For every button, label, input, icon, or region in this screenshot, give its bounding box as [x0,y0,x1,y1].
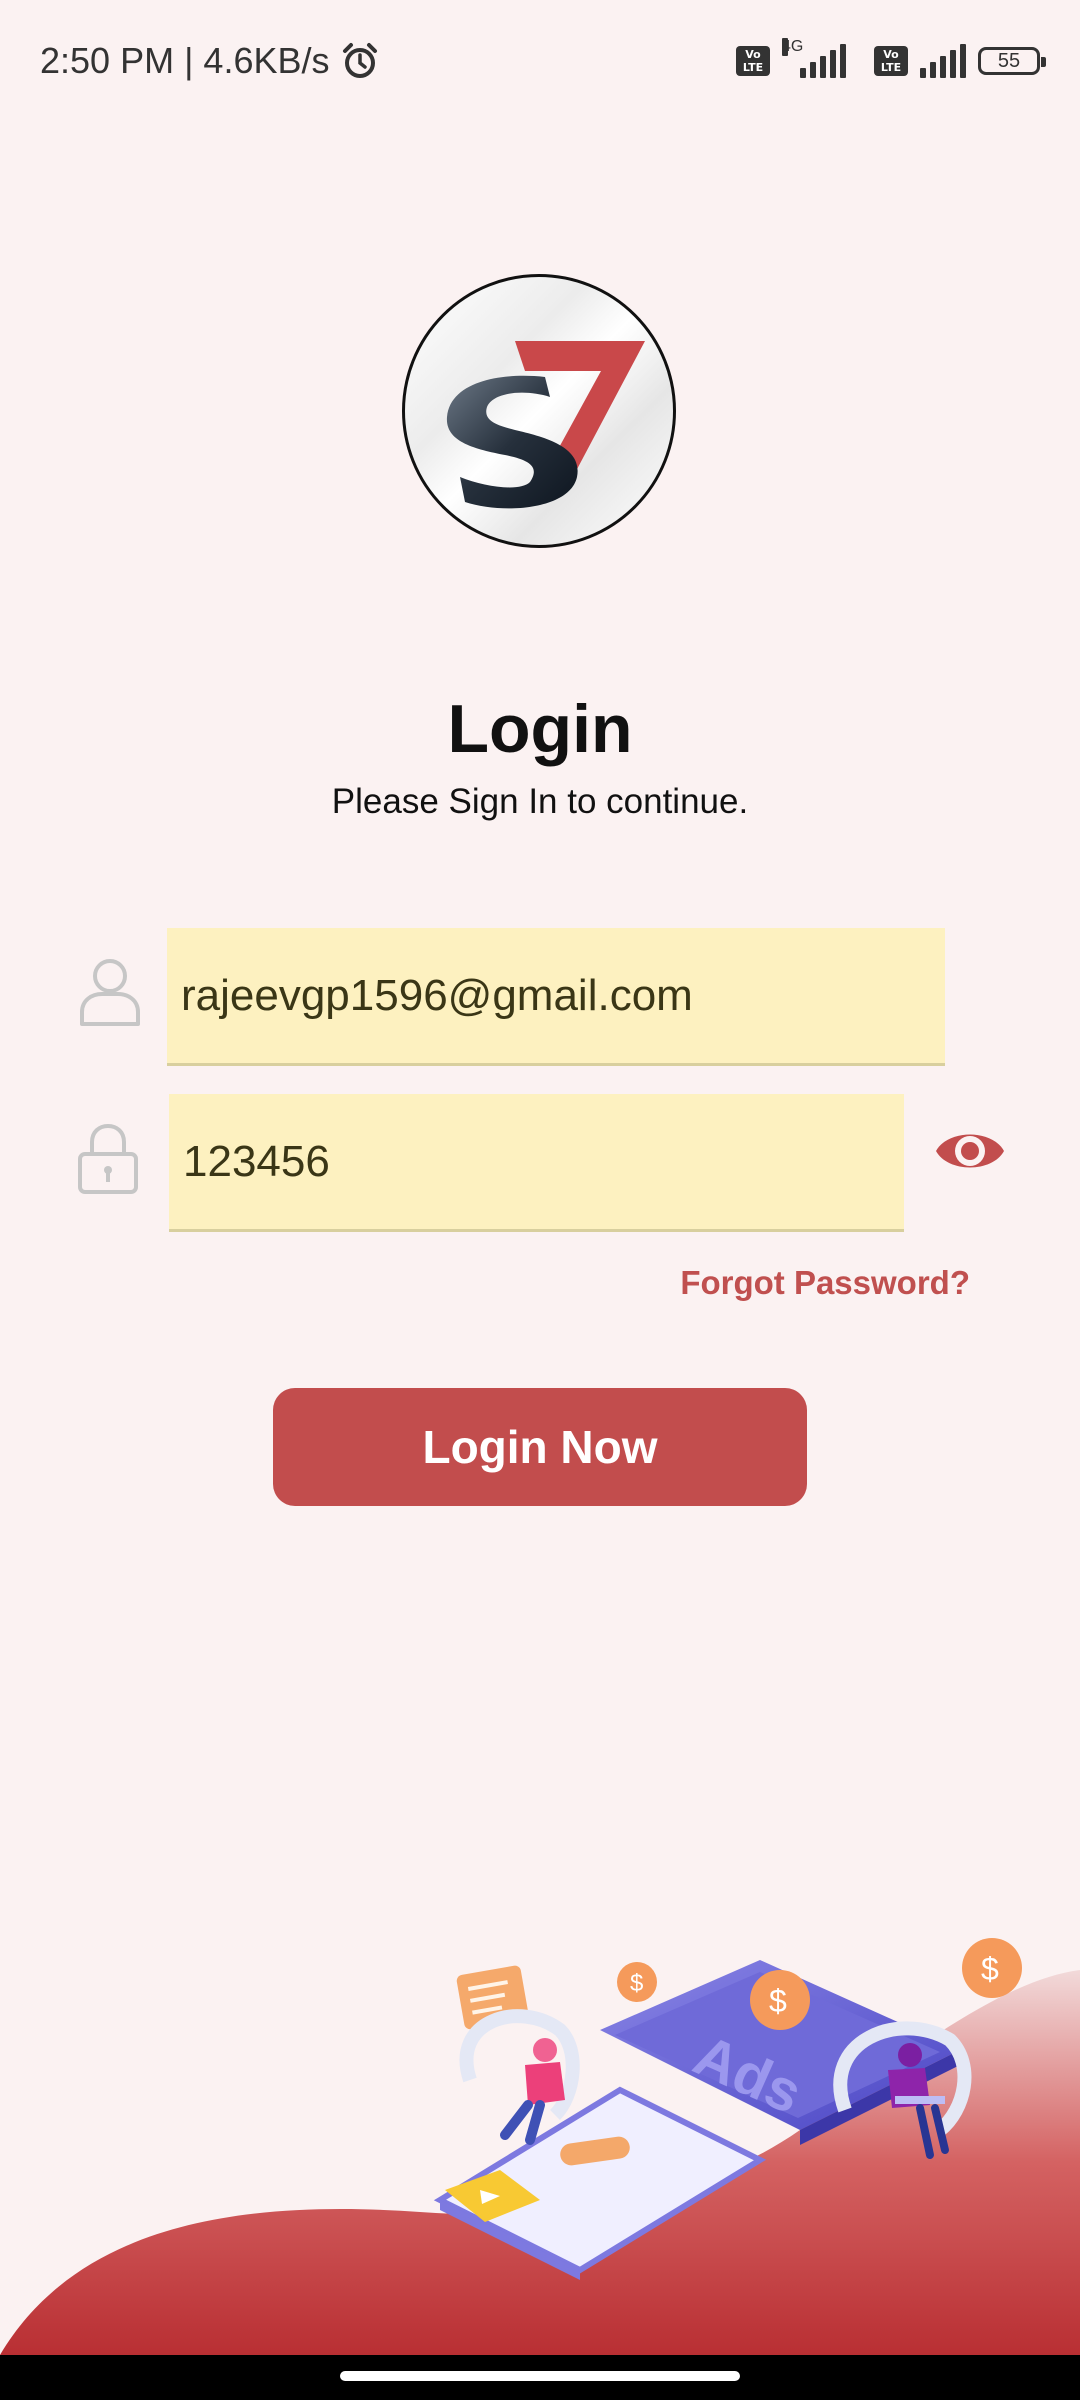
svg-text:$: $ [981,1951,999,1987]
status-time-speed: 2:50 PM | 4.6KB/s [40,40,330,81]
login-subtitle: Please Sign In to continue. [331,782,749,821]
forgot-password-link[interactable]: Forgot Password? [680,1264,970,1302]
login-now-label: Login Now [422,1421,658,1473]
login-now-button[interactable]: Login Now [273,1388,807,1506]
show-password-eye-icon[interactable] [934,1121,1006,1181]
lock-icon [78,1123,138,1194]
signal-icon-sim2 [920,44,966,78]
status-bar: 2:50 PM | 4.6KB/s Vo LTE 4G Vo LTE 55 [0,0,1080,130]
login-title: Login [447,691,633,767]
advertising-illustration: Ads $ $ $ [0,1938,1080,2355]
volte-icon-2: Vo LTE [874,46,908,76]
email-value: rajeevgp1596@gmail.com [181,970,693,1020]
signal-icon-sim1: 4G [782,38,862,78]
status-left: 2:50 PM | 4.6KB/s [40,40,380,82]
home-gesture-handle[interactable] [340,2371,740,2381]
battery-level: 55 [997,49,1021,72]
battery-icon: 55 [978,47,1046,75]
svg-text:$: $ [630,1970,643,1997]
status-right: Vo LTE 4G Vo LTE 55 [736,38,1046,78]
volte-icon: Vo LTE [736,46,770,76]
alarm-icon [342,43,377,78]
app-logo [402,274,676,548]
svg-text:$: $ [769,1983,787,2019]
password-value: 123456 [183,1136,330,1186]
network-type-label: 4G [782,38,804,56]
password-field[interactable]: 123456 [169,1094,904,1232]
s7-logo-icon [446,341,645,509]
email-field[interactable]: rajeevgp1596@gmail.com [167,928,945,1066]
user-icon [80,959,140,1026]
